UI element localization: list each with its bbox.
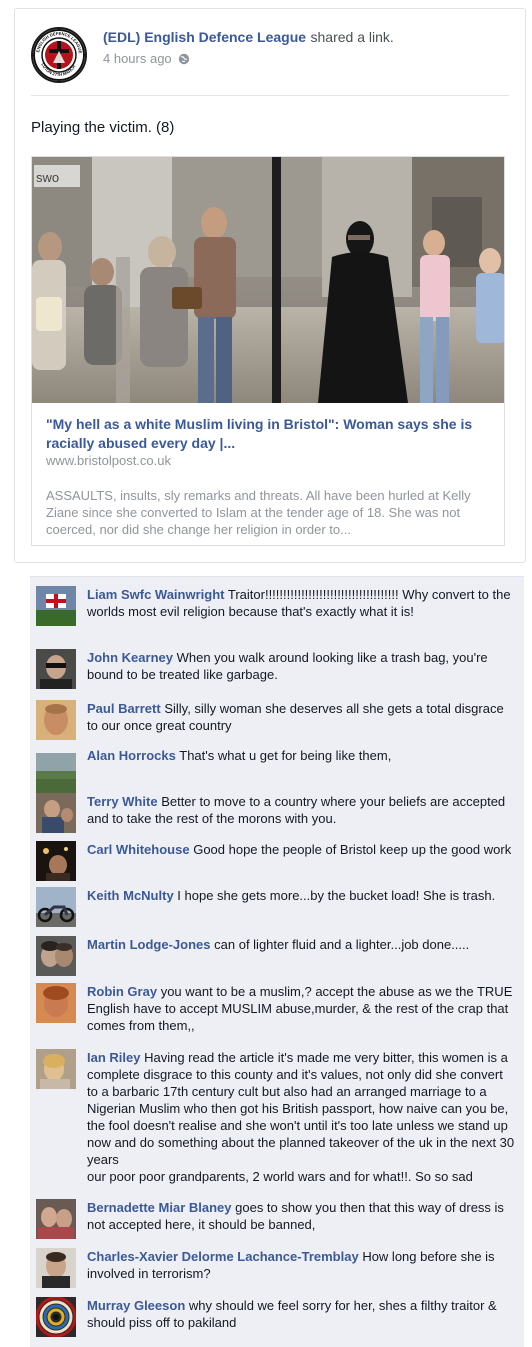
comment-body: Terry White Better to move to a country …	[87, 793, 516, 827]
commenter-avatar[interactable]	[36, 1049, 76, 1089]
comment-body: Paul Barrett Silly, silly woman she dese…	[87, 700, 516, 734]
comment-body: Bernadette Miar Blaney goes to show you …	[87, 1199, 516, 1233]
shared-action-text: shared a link.	[310, 29, 394, 45]
commenter-name[interactable]: Terry White	[87, 794, 158, 809]
commenter-name[interactable]: John Kearney	[87, 650, 173, 665]
shared-link-post: ENGLISH DEFENCE LEAGUE LUTON 27TH MARCH …	[14, 8, 526, 563]
comment-body: Martin Lodge-Jones can of lighter fluid …	[87, 936, 516, 953]
commenter-name[interactable]: Keith McNulty	[87, 888, 174, 903]
comment-body: Murray Gleeson why should we feel sorry …	[87, 1297, 516, 1331]
comment-body: Liam Swfc Wainwright Traitor!!!!!!!!!!!!…	[87, 586, 516, 620]
post-header-text: (EDL) English Defence League shared a li…	[103, 29, 509, 66]
post-timestamp[interactable]: 4 hours ago	[103, 51, 172, 66]
globe-icon[interactable]	[178, 53, 190, 65]
comment-text-line2: our poor poor grandparents, 2 world wars…	[87, 1169, 473, 1184]
post-message: Playing the victim. (8)	[31, 119, 175, 136]
commenter-name[interactable]: Carl Whitehouse	[87, 842, 190, 857]
link-preview-card[interactable]: swo "My hell as a white Muslim living in…	[31, 156, 505, 546]
page-name-link[interactable]: (EDL) English Defence League	[103, 29, 306, 45]
page-avatar[interactable]: ENGLISH DEFENCE LEAGUE LUTON 27TH MARCH	[31, 27, 87, 83]
link-domain: www.bristolpost.co.uk	[46, 453, 171, 468]
edl-logo-icon: ENGLISH DEFENCE LEAGUE LUTON 27TH MARCH	[33, 29, 85, 81]
commenter-avatar[interactable]	[36, 1248, 76, 1288]
commenter-name[interactable]: Robin Gray	[87, 984, 157, 999]
commenter-name[interactable]: Charles-Xavier Delorme Lachance-Tremblay	[87, 1249, 359, 1264]
commenter-avatar[interactable]	[36, 841, 76, 881]
commenter-avatar[interactable]	[36, 983, 76, 1023]
commenter-avatar[interactable]	[36, 700, 76, 740]
commenter-avatar[interactable]	[36, 649, 76, 689]
post-header: ENGLISH DEFENCE LEAGUE LUTON 27TH MARCH …	[31, 27, 509, 97]
shop-sign-text: swo	[36, 170, 59, 185]
commenter-avatar[interactable]	[36, 793, 76, 833]
commenter-avatar[interactable]	[36, 887, 76, 927]
link-title[interactable]: "My hell as a white Muslim living in Bri…	[46, 415, 490, 453]
comment-body: Carl Whitehouse Good hope the people of …	[87, 841, 516, 858]
commenter-name[interactable]: Liam Swfc Wainwright	[87, 587, 224, 602]
commenter-name[interactable]: Ian Riley	[87, 1050, 140, 1065]
commenter-name[interactable]: Martin Lodge-Jones	[87, 937, 211, 952]
comment-body: Robin Gray you want to be a muslim,? acc…	[87, 983, 516, 1034]
comment-body: Keith McNulty I hope she gets more...by …	[87, 887, 516, 904]
comment-body: Charles-Xavier Delorme Lachance-Tremblay…	[87, 1248, 516, 1282]
comments-list: Liam Swfc Wainwright Traitor!!!!!!!!!!!!…	[30, 576, 524, 1347]
commenter-name[interactable]: Paul Barrett	[87, 701, 161, 716]
comment-text: Having read the article it's made me ver…	[87, 1050, 515, 1167]
commenter-avatar[interactable]	[36, 1297, 76, 1337]
commenter-avatar[interactable]	[36, 753, 76, 793]
commenter-name[interactable]: Bernadette Miar Blaney	[87, 1200, 232, 1215]
comment-body: Alan Horrocks That's what u get for bein…	[87, 747, 516, 764]
post-meta: 4 hours ago	[103, 51, 509, 66]
commenter-avatar[interactable]	[36, 936, 76, 976]
commenter-name[interactable]: Alan Horrocks	[87, 748, 176, 763]
comment-text: can of lighter fluid and a lighter...job…	[214, 937, 470, 952]
commenter-avatar[interactable]	[36, 586, 76, 626]
comment-text: I hope she gets more...by the bucket loa…	[177, 888, 496, 903]
comment-text: Good hope the people of Bristol keep up …	[193, 842, 512, 857]
comment-body: John Kearney When you walk around lookin…	[87, 649, 516, 683]
comment-body: Ian Riley Having read the article it's m…	[87, 1049, 516, 1185]
comment-text: That's what u get for being like them,	[179, 748, 392, 763]
header-divider	[31, 95, 509, 96]
commenter-avatar[interactable]	[36, 1199, 76, 1239]
link-description: ASSAULTS, insults, sly remarks and threa…	[46, 488, 471, 537]
commenter-name[interactable]: Murray Gleeson	[87, 1298, 185, 1313]
link-preview-image[interactable]: swo	[32, 157, 504, 403]
